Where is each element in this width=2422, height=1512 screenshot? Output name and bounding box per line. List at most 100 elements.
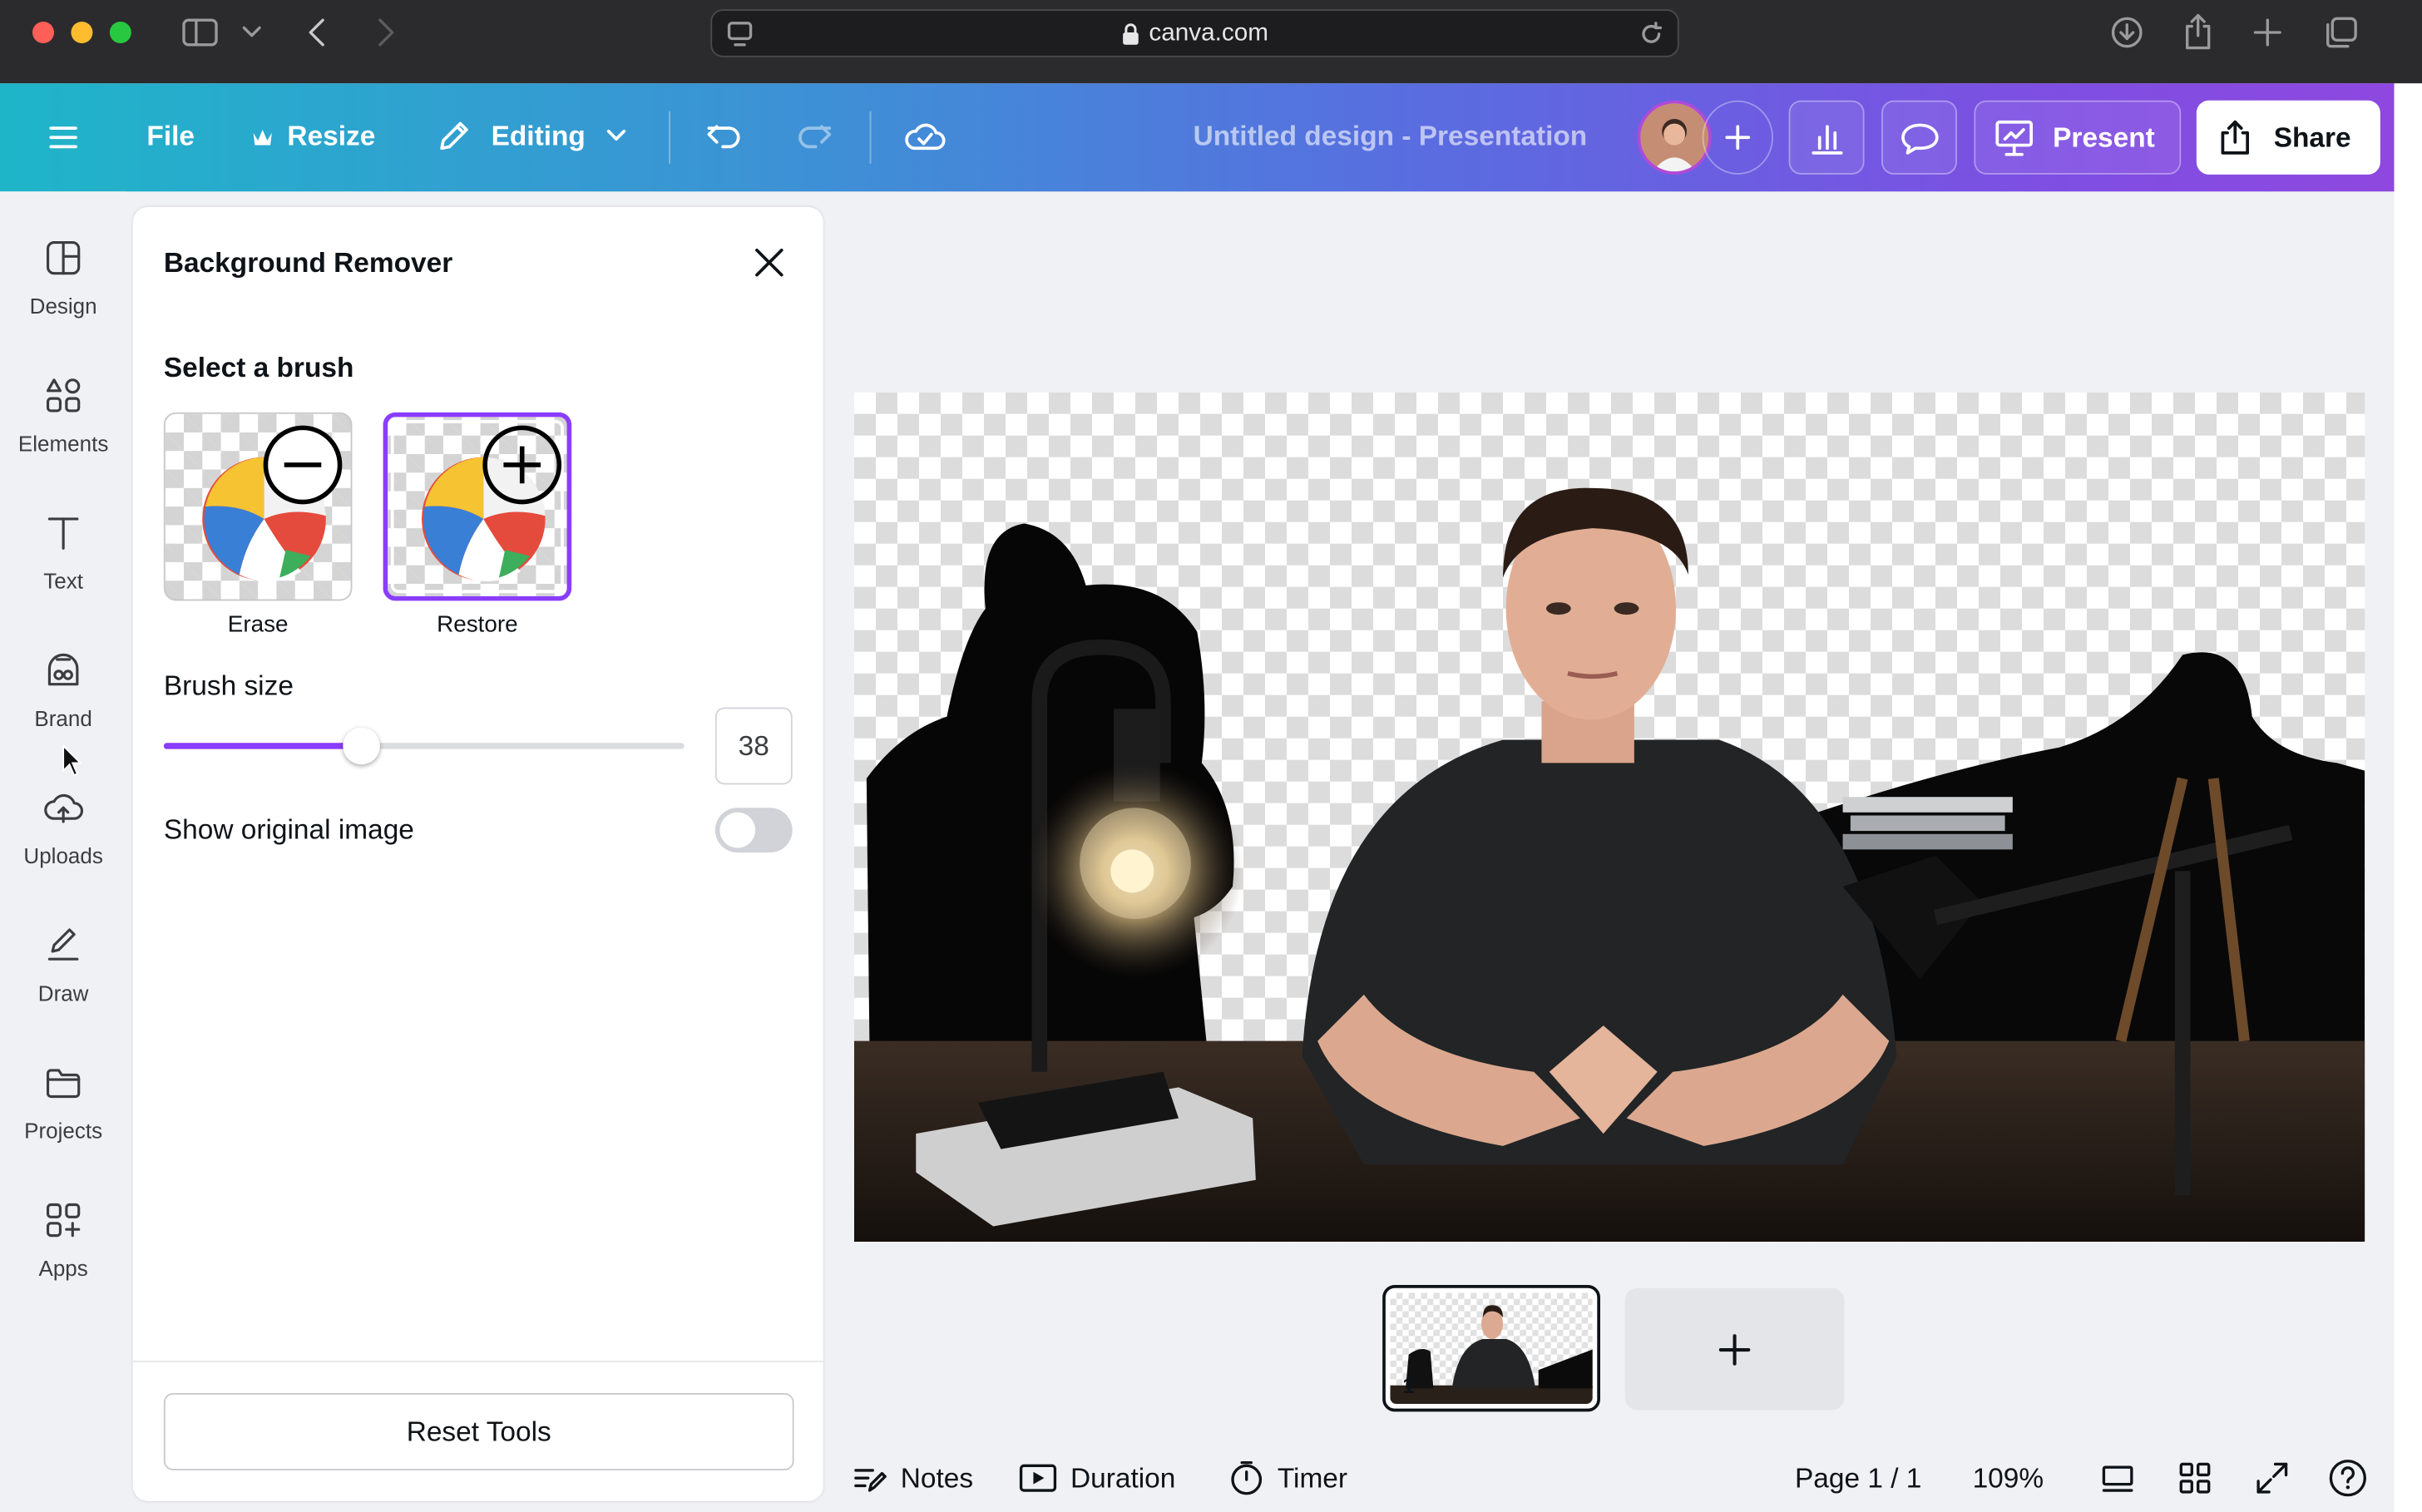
notes-label: Notes	[900, 1461, 974, 1493]
sidebar-item-label: Text	[43, 568, 83, 594]
present-icon	[1995, 120, 2033, 156]
sidebar-toggle-icon[interactable]	[180, 16, 220, 50]
minimize-window-button[interactable]	[71, 21, 93, 43]
sidebar-item-uploads[interactable]: Uploads	[0, 788, 126, 868]
resize-button[interactable]: Resize	[250, 120, 376, 153]
panel-title: Background Remover	[163, 247, 453, 279]
brand-icon	[47, 653, 79, 686]
comments-button[interactable]	[1881, 100, 1957, 175]
user-avatar-icon	[1640, 103, 1708, 172]
grid-view-icon[interactable]	[2177, 1460, 2214, 1497]
erase-brush-option[interactable]	[163, 412, 353, 601]
duration-button[interactable]: Duration	[1018, 1460, 1175, 1497]
design-title[interactable]: Untitled design - Presentation	[1143, 121, 1637, 153]
browser-toolbar: canva.com	[0, 0, 2422, 84]
slide-view-icon[interactable]	[2099, 1461, 2137, 1495]
file-menu-button[interactable]: File	[146, 121, 195, 153]
chevron-down-icon[interactable]	[240, 22, 264, 43]
draw-icon	[47, 928, 79, 961]
page-number: 1	[1402, 1372, 1415, 1398]
restore-brush-option[interactable]	[383, 412, 572, 601]
plus-icon	[1725, 125, 1751, 151]
resize-label: Resize	[287, 120, 376, 151]
timer-label: Timer	[1277, 1461, 1348, 1493]
close-window-button[interactable]	[32, 21, 54, 43]
fullscreen-icon[interactable]	[2254, 1460, 2291, 1497]
notes-button[interactable]: Notes	[851, 1460, 973, 1497]
sidebar-item-text[interactable]: Text	[0, 513, 126, 594]
editing-label: Editing	[491, 119, 586, 151]
timer-button[interactable]: Timer	[1228, 1460, 1347, 1497]
add-page-button[interactable]	[1624, 1287, 1845, 1411]
minus-circle-icon	[263, 425, 343, 505]
sidebar-item-elements[interactable]: Elements	[0, 375, 126, 456]
select-brush-label: Select a brush	[163, 352, 354, 383]
bar-chart-icon	[1811, 125, 1842, 155]
sidebar-item-label: Brand	[34, 705, 92, 731]
projects-icon	[46, 1069, 81, 1099]
present-button[interactable]: Present	[1974, 100, 2182, 175]
sidebar-item-label: Draw	[37, 981, 89, 1006]
brush-size-label: Brush size	[163, 670, 294, 702]
insights-button[interactable]	[1788, 100, 1865, 175]
divider	[669, 111, 670, 164]
comment-icon	[1901, 123, 1938, 155]
background-remover-panel: Background Remover Select a brush Erase	[132, 206, 823, 1502]
sidebar-item-projects[interactable]: Projects	[0, 1063, 126, 1144]
design-icon	[46, 240, 81, 275]
show-original-toggle[interactable]	[714, 808, 793, 853]
sidebar-item-label: Design	[29, 293, 97, 319]
show-original-label: Show original image	[163, 813, 414, 845]
sidebar-item-label: Projects	[24, 1118, 103, 1144]
back-icon[interactable]	[303, 16, 334, 50]
app-root: canva.com File Resize Editing Untitled d…	[0, 0, 2422, 1512]
reload-icon[interactable]	[1638, 20, 1665, 47]
url-text: canva.com	[1149, 20, 1269, 47]
share-label: Share	[2273, 121, 2351, 152]
pencil-icon	[440, 121, 468, 151]
editing-mode-button[interactable]: Editing	[436, 117, 629, 155]
design-canvas[interactable]	[853, 392, 2365, 1243]
slider-handle[interactable]	[343, 727, 380, 765]
sidebar-item-brand[interactable]: Brand	[0, 650, 126, 731]
page-thumbnail[interactable]: 1	[1382, 1285, 1600, 1412]
undo-icon[interactable]	[704, 117, 744, 155]
divider	[132, 1361, 823, 1362]
sidebar-item-apps[interactable]: Apps	[0, 1200, 126, 1281]
cloud-saved-icon[interactable]	[902, 117, 949, 155]
elements-icon	[46, 378, 81, 413]
redo-icon[interactable]	[794, 117, 834, 155]
present-label: Present	[2053, 121, 2155, 152]
address-bar[interactable]: canva.com	[710, 9, 1679, 57]
sidebar: Design Elements Text Brand Uploads Draw …	[0, 191, 127, 1512]
brush-size-slider[interactable]	[163, 727, 685, 765]
maximize-window-button[interactable]	[109, 21, 131, 43]
duration-icon	[1019, 1464, 1057, 1492]
brush-size-input[interactable]: 38	[714, 707, 793, 785]
downloads-icon[interactable]	[2108, 14, 2146, 52]
text-icon	[47, 517, 79, 550]
hamburger-menu-icon[interactable]	[47, 121, 81, 155]
help-icon[interactable]	[2328, 1458, 2368, 1498]
notes-icon	[854, 1469, 887, 1492]
sidebar-item-label: Apps	[38, 1255, 88, 1281]
tab-overview-icon[interactable]	[2321, 14, 2361, 52]
upload-share-icon	[2221, 120, 2249, 155]
avatar[interactable]	[1637, 100, 1712, 175]
sidebar-item-draw[interactable]: Draw	[0, 925, 126, 1006]
close-icon[interactable]	[751, 244, 788, 281]
page-indicator[interactable]: Page 1 / 1	[1795, 1463, 1921, 1495]
erase-label: Erase	[227, 611, 289, 638]
forward-icon[interactable]	[371, 16, 402, 50]
zoom-level[interactable]: 109%	[1973, 1463, 2044, 1495]
share-sheet-icon[interactable]	[2179, 12, 2217, 52]
invite-button[interactable]	[1702, 100, 1773, 175]
sidebar-item-label: Elements	[17, 431, 109, 456]
sidebar-item-design[interactable]: Design	[0, 238, 126, 319]
reset-tools-button[interactable]: Reset Tools	[163, 1393, 794, 1470]
apps-icon	[46, 1203, 81, 1238]
new-tab-icon[interactable]	[2251, 16, 2285, 50]
plus-icon	[1718, 1334, 1751, 1366]
divider	[869, 111, 872, 164]
share-button[interactable]: Share	[2196, 100, 2380, 175]
